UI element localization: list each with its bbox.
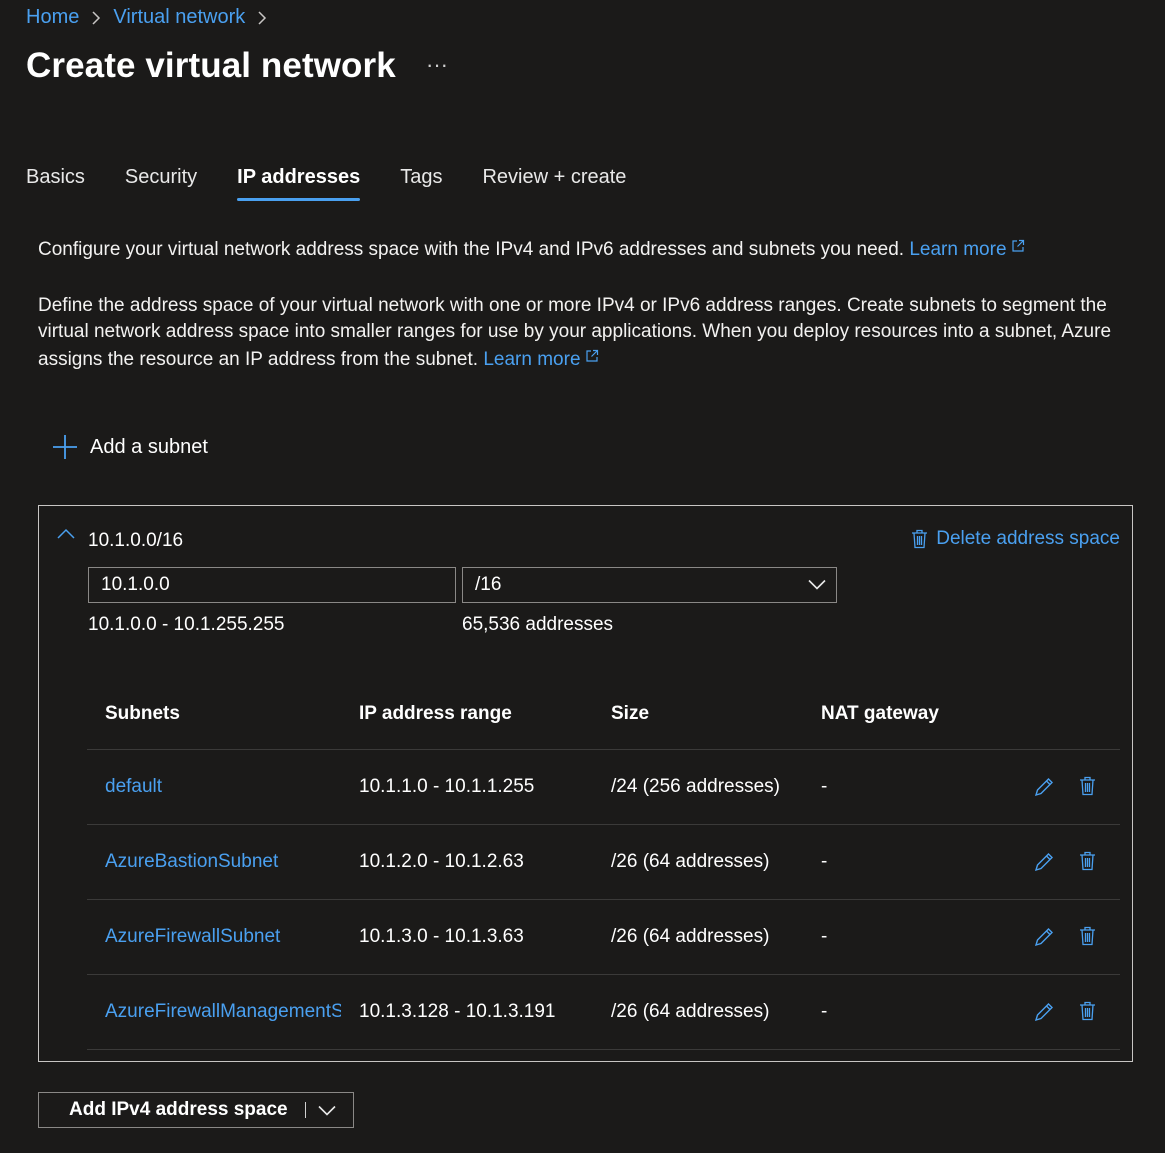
pencil-icon[interactable] (1033, 851, 1055, 873)
tab-bar: Basics Security IP addresses Tags Review… (26, 166, 666, 201)
chevron-right-icon (257, 10, 267, 26)
delete-address-space-label: Delete address space (936, 528, 1120, 549)
subnet-nat-gateway: - (821, 776, 828, 797)
subnet-size: /26 (64 addresses) (611, 926, 770, 947)
trash-icon (911, 529, 928, 549)
add-ipv4-address-space-label: Add IPv4 address space (69, 1099, 288, 1120)
plus-icon (52, 434, 78, 460)
subnet-nat-gateway: - (821, 851, 828, 872)
pencil-icon[interactable] (1033, 776, 1055, 798)
external-link-icon (585, 345, 599, 371)
subnet-name-link[interactable]: AzureFirewallSubnet (105, 926, 280, 947)
subnet-size: /26 (64 addresses) (611, 851, 770, 872)
subnet-nat-gateway: - (821, 926, 828, 947)
tab-ip-addresses[interactable]: IP addresses (237, 166, 361, 201)
trash-icon[interactable] (1079, 1001, 1096, 1023)
column-header-nat-gateway: NAT gateway (821, 702, 939, 724)
more-options-button[interactable]: ··· (426, 52, 448, 78)
address-space-label: 10.1.0.0/16 (88, 530, 184, 551)
subnet-range: 10.1.2.0 - 10.1.2.63 (359, 851, 524, 872)
column-header-ip-range: IP address range (359, 702, 512, 724)
add-ipv4-address-space-button[interactable]: Add IPv4 address space (38, 1092, 354, 1128)
tab-basics[interactable]: Basics (26, 166, 85, 201)
subnet-range: 10.1.1.0 - 10.1.1.255 (359, 776, 535, 797)
page-title: Create virtual network (26, 46, 396, 85)
table-header: Subnets IP address range Size NAT gatewa… (87, 678, 1120, 750)
subnet-nat-gateway: - (821, 1001, 828, 1022)
delete-address-space-button[interactable]: Delete address space (911, 528, 1120, 550)
subnet-range: 10.1.3.128 - 10.1.3.191 (359, 1001, 556, 1022)
add-subnet-label: Add a subnet (90, 435, 208, 458)
prefix-value: /16 (475, 574, 502, 595)
trash-icon[interactable] (1079, 926, 1096, 948)
breadcrumb: Home Virtual network (26, 6, 279, 29)
column-header-size: Size (611, 702, 650, 724)
learn-more-link[interactable]: Learn more (483, 349, 598, 370)
address-input[interactable] (88, 567, 456, 603)
intro-text: Configure your virtual network address s… (38, 239, 905, 260)
intro-description: Configure your virtual network address s… (38, 237, 1025, 261)
subnet-range: 10.1.3.0 - 10.1.3.63 (359, 926, 524, 947)
address-count-text: 65,536 addresses (462, 614, 614, 635)
breadcrumb-virtual-network-link[interactable]: Virtual network (113, 6, 245, 29)
external-link-icon (1011, 237, 1025, 259)
chevron-right-icon (91, 10, 101, 26)
chevron-up-icon[interactable] (57, 528, 75, 540)
table-row: AzureFirewallManagementS 10.1.3.128 - 10… (87, 975, 1120, 1050)
pencil-icon[interactable] (1033, 926, 1055, 948)
subnet-name-link[interactable]: AzureFirewallManagementS (105, 1001, 341, 1022)
table-row: default 10.1.1.0 - 10.1.1.255 /24 (256 a… (87, 750, 1120, 825)
table-row: AzureFirewallSubnet 10.1.3.0 - 10.1.3.63… (87, 900, 1120, 975)
learn-more-label: Learn more (909, 239, 1007, 260)
tab-security[interactable]: Security (125, 166, 197, 201)
table-row: AzureBastionSubnet 10.1.2.0 - 10.1.2.63 … (87, 825, 1120, 900)
trash-icon[interactable] (1079, 776, 1096, 798)
learn-more-link[interactable]: Learn more (909, 239, 1024, 260)
subnet-name-link[interactable]: default (105, 776, 162, 797)
subnets-table: Subnets IP address range Size NAT gatewa… (87, 678, 1120, 1050)
address-range-text: 10.1.0.0 - 10.1.255.255 (88, 614, 285, 635)
pencil-icon[interactable] (1033, 1001, 1055, 1023)
tab-tags[interactable]: Tags (400, 166, 442, 201)
subnet-name-link[interactable]: AzureBastionSubnet (105, 851, 278, 872)
address-space-description: Define the address space of your virtual… (38, 293, 1148, 373)
learn-more-label: Learn more (483, 349, 581, 370)
subnet-size: /26 (64 addresses) (611, 1001, 770, 1022)
trash-icon[interactable] (1079, 851, 1096, 873)
tab-review-create[interactable]: Review + create (482, 166, 626, 201)
breadcrumb-home-link[interactable]: Home (26, 6, 79, 29)
address-space-panel: 10.1.0.0/16 Delete address space /16 10.… (38, 505, 1133, 1062)
chevron-down-icon (808, 574, 826, 596)
prefix-select[interactable]: /16 (462, 567, 837, 603)
subnet-size: /24 (256 addresses) (611, 776, 780, 797)
add-subnet-button[interactable]: Add a subnet (52, 434, 208, 460)
column-header-subnets: Subnets (105, 702, 180, 724)
chevron-down-icon[interactable] (306, 1105, 336, 1116)
